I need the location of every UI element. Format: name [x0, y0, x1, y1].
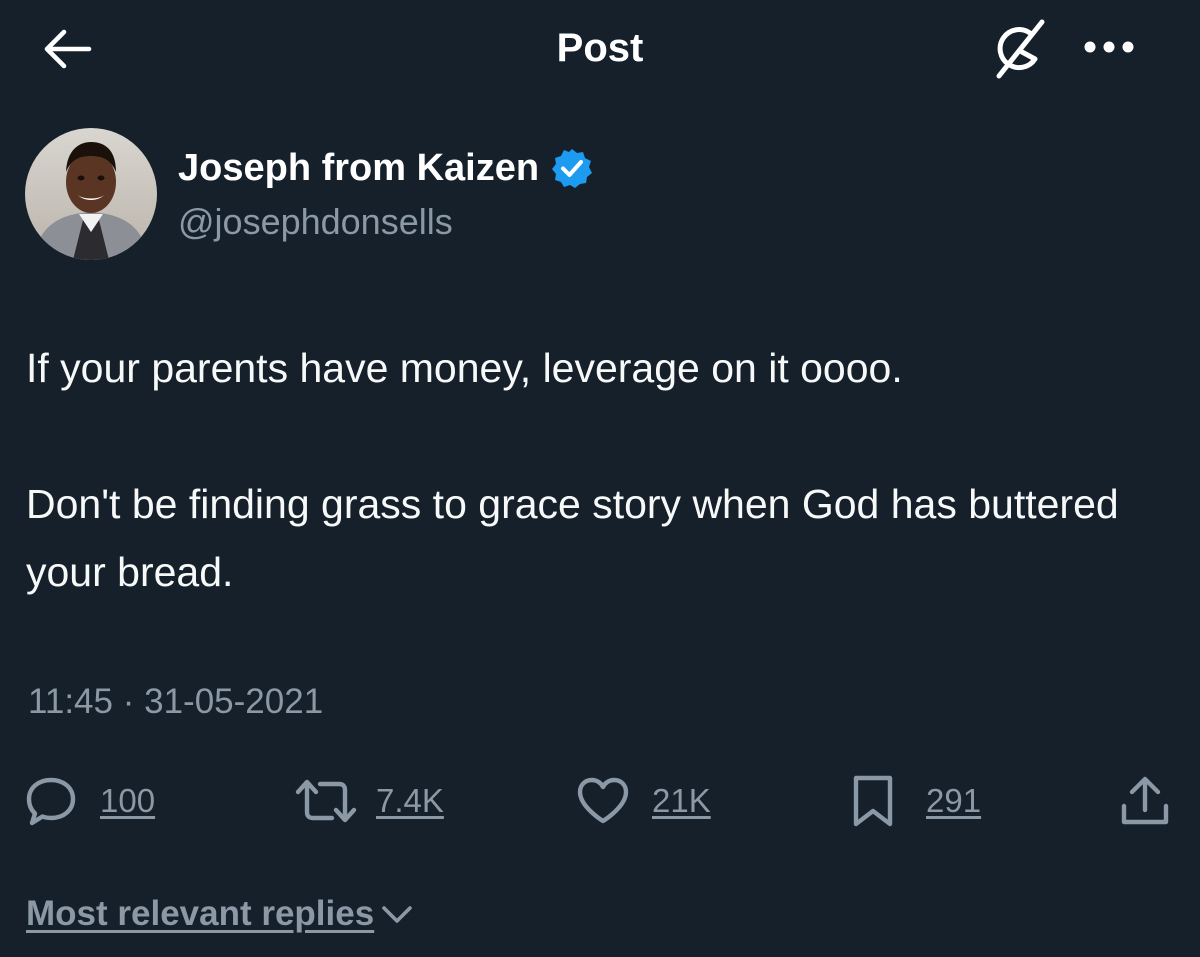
grok-button[interactable]	[985, 18, 1053, 80]
tweet-time: 11:45	[28, 682, 113, 721]
more-options-button[interactable]	[1076, 24, 1142, 70]
verified-badge-icon[interactable]	[551, 147, 593, 189]
bookmark-icon	[850, 774, 896, 828]
back-button[interactable]	[36, 22, 96, 76]
reply-count: 100	[100, 782, 156, 819]
author-display-name[interactable]: Joseph from Kaizen	[178, 143, 539, 193]
replies-sort-label: Most relevant replies	[26, 894, 375, 933]
timestamp-separator: ·	[122, 682, 135, 721]
tweet-paragraph: If your parents have money, leverage on …	[26, 345, 903, 391]
reply-bubble-icon	[24, 774, 78, 828]
tweet-paragraph: Don't be finding grass to grace story wh…	[26, 481, 1119, 595]
heart-icon	[576, 776, 630, 826]
tweet-body: If your parents have money, leverage on …	[26, 334, 1176, 606]
grok-slash-icon	[989, 19, 1049, 79]
author-handle[interactable]: @josephdonsells	[178, 198, 453, 246]
replies-sort-dropdown[interactable]: Most relevant replies	[26, 890, 414, 938]
like-count: 21K	[652, 782, 711, 819]
like-button[interactable]: 21K	[576, 768, 711, 834]
repost-count: 7.4K	[376, 782, 444, 819]
avatar[interactable]	[25, 128, 157, 260]
arrow-left-icon	[39, 27, 93, 71]
bookmark-count: 291	[926, 782, 982, 819]
chevron-down-icon	[380, 902, 414, 926]
bookmark-button[interactable]: 291	[850, 768, 981, 834]
author-name-row: Joseph from Kaizen	[178, 140, 593, 196]
top-bar: Post	[0, 0, 1200, 100]
tweet-timestamp[interactable]: 11:45 · 31-05-2021	[28, 678, 323, 726]
repost-icon	[294, 774, 358, 828]
share-icon	[1118, 774, 1172, 828]
tweet-actions-bar: 100 7.4K 21K 291	[0, 768, 1200, 834]
repost-button[interactable]: 7.4K	[294, 768, 444, 834]
more-dots-icon	[1083, 40, 1135, 54]
reply-button[interactable]: 100	[24, 768, 155, 834]
tweet-date: 31-05-2021	[144, 682, 324, 721]
share-button[interactable]	[1118, 768, 1172, 834]
